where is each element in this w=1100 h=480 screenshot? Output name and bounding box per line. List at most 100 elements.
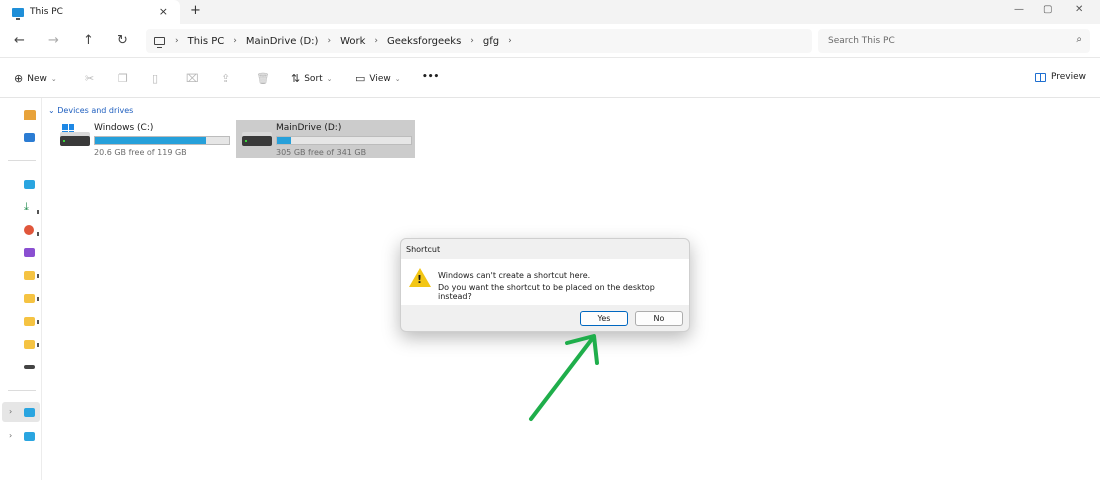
address-row: ← → ↑ ↻ › This PC › MainDrive (D:) › Wor… <box>0 24 1100 58</box>
forward-button[interactable]: → <box>48 33 59 48</box>
breadcrumb-separator[interactable]: › <box>470 36 474 46</box>
search-placeholder: Search This PC <box>828 36 895 46</box>
more-options-button[interactable]: ••• <box>422 72 439 82</box>
clipped-label <box>37 297 39 301</box>
new-tab-button[interactable]: + <box>190 3 201 18</box>
shortcut-dialog: Shortcut ! Windows can't create a shortc… <box>400 238 690 332</box>
maximize-button[interactable]: ▢ <box>1043 4 1052 15</box>
drive-c[interactable]: Windows (C:) 20.6 GB free of 119 GB <box>54 120 232 158</box>
back-button[interactable]: ← <box>14 33 25 48</box>
chevron-right-icon[interactable]: › <box>9 407 12 416</box>
music-icon[interactable] <box>24 225 34 235</box>
tab-title: This PC <box>30 7 63 17</box>
clipped-label <box>37 232 39 236</box>
chevron-down-icon: ⌄ <box>394 74 401 83</box>
drive-icon[interactable] <box>24 365 35 369</box>
videos-icon[interactable] <box>24 248 35 257</box>
folder-icon[interactable] <box>24 271 35 280</box>
dialog-message-line2: Do you want the shortcut to be placed on… <box>438 283 655 301</box>
navigation-pane: ⤓ › › <box>0 98 42 480</box>
group-header-label: Devices and drives <box>57 106 134 115</box>
tab-close-button[interactable]: × <box>159 5 168 18</box>
new-label: New <box>27 73 47 84</box>
folder-icon[interactable] <box>24 317 35 326</box>
command-bar: ⊕ New ⌄ ✂ ❐ ▯ ⌧ ⇪ 🗑 ⇅ Sort ⌄ ▭ View ⌄ ••… <box>0 58 1100 98</box>
drive-name: Windows (C:) <box>94 123 154 133</box>
drive-free-space: 20.6 GB free of 119 GB <box>94 148 187 157</box>
this-pc-icon[interactable] <box>24 408 35 417</box>
breadcrumb-separator[interactable]: › <box>327 36 331 46</box>
nav-divider <box>8 160 36 161</box>
view-label: View <box>369 73 391 84</box>
view-icon: ▭ <box>355 72 366 85</box>
downloads-icon[interactable]: ⤓ <box>24 201 35 212</box>
delete-icon[interactable]: 🗑 <box>256 72 274 85</box>
rename-icon[interactable]: ⌧ <box>186 72 203 85</box>
breadcrumb-geeksforgeeks[interactable]: Geeksforgeeks <box>387 36 461 47</box>
network-icon[interactable] <box>24 432 35 441</box>
breadcrumb-gfg[interactable]: gfg <box>483 36 499 47</box>
sort-label: Sort <box>304 73 323 84</box>
paste-icon[interactable]: ▯ <box>152 72 162 85</box>
plus-circle-icon: ⊕ <box>14 72 24 85</box>
title-bar: This PC × + — ▢ ✕ <box>0 0 1100 24</box>
warning-icon-mark: ! <box>417 273 423 286</box>
clipped-label <box>37 210 39 214</box>
copy-icon[interactable]: ❐ <box>118 72 132 85</box>
new-button[interactable]: ⊕ New ⌄ <box>14 72 57 85</box>
breadcrumb-work[interactable]: Work <box>340 36 365 47</box>
up-button[interactable]: ↑ <box>83 33 94 48</box>
breadcrumb-separator[interactable]: › <box>508 36 512 46</box>
drive-usage-bar <box>94 136 230 145</box>
clipped-label <box>37 343 39 347</box>
refresh-button[interactable]: ↻ <box>117 33 128 48</box>
dialog-title: Shortcut <box>406 245 441 254</box>
address-bar[interactable]: › This PC › MainDrive (D:) › Work › Geek… <box>146 29 812 53</box>
search-icon[interactable]: ⌕ <box>1076 34 1082 45</box>
drive-free-space: 305 GB free of 341 GB <box>276 148 367 157</box>
close-window-button[interactable]: ✕ <box>1075 4 1083 15</box>
breadcrumb-this-pc[interactable]: This PC <box>188 36 225 47</box>
clipped-label <box>37 320 39 324</box>
dialog-message-line1: Windows can't create a shortcut here. <box>438 271 591 280</box>
breadcrumb-separator[interactable]: › <box>233 36 237 46</box>
no-button[interactable]: No <box>635 311 683 326</box>
drive-name: MainDrive (D:) <box>276 123 342 133</box>
dialog-body: ! Windows can't create a shortcut here. … <box>401 259 689 305</box>
chevron-right-icon[interactable]: › <box>9 431 12 440</box>
preview-pane-icon <box>1035 72 1046 82</box>
group-header-devices[interactable]: ⌄ Devices and drives <box>48 106 133 115</box>
drive-icon <box>60 124 90 146</box>
search-input[interactable]: Search This PC ⌕ <box>818 29 1090 53</box>
cut-icon[interactable]: ✂ <box>85 72 98 85</box>
computer-icon <box>12 7 24 20</box>
gallery-icon[interactable] <box>24 133 35 142</box>
chevron-down-icon: ⌄ <box>50 74 57 83</box>
drive-d[interactable]: MainDrive (D:) 305 GB free of 341 GB <box>236 120 415 158</box>
computer-icon <box>154 37 165 48</box>
preview-label: Preview <box>1051 72 1087 82</box>
drive-usage-bar <box>276 136 412 145</box>
nav-divider <box>8 390 36 391</box>
preview-button[interactable]: Preview <box>1035 72 1086 82</box>
chevron-down-icon: ⌄ <box>48 106 55 115</box>
share-icon[interactable]: ⇪ <box>221 72 234 85</box>
breadcrumb-separator[interactable]: › <box>175 36 179 46</box>
breadcrumb-separator[interactable]: › <box>374 36 378 46</box>
clipped-label <box>37 274 39 278</box>
chevron-down-icon: ⌄ <box>326 74 333 83</box>
desktop-icon[interactable] <box>24 180 35 189</box>
yes-button[interactable]: Yes <box>580 311 628 326</box>
home-icon[interactable] <box>24 110 36 120</box>
view-button[interactable]: ▭ View ⌄ <box>355 72 401 85</box>
minimize-button[interactable]: — <box>1014 4 1024 15</box>
breadcrumb-maindrive[interactable]: MainDrive (D:) <box>246 36 319 47</box>
drive-usage-fill <box>95 137 206 144</box>
sort-button[interactable]: ⇅ Sort ⌄ <box>291 72 333 85</box>
drive-usage-fill <box>277 137 292 144</box>
drive-icon <box>242 132 272 146</box>
sort-icon: ⇅ <box>291 72 301 85</box>
folder-icon[interactable] <box>24 294 35 303</box>
folder-icon[interactable] <box>24 340 35 349</box>
tab-this-pc[interactable]: This PC × <box>0 0 180 24</box>
